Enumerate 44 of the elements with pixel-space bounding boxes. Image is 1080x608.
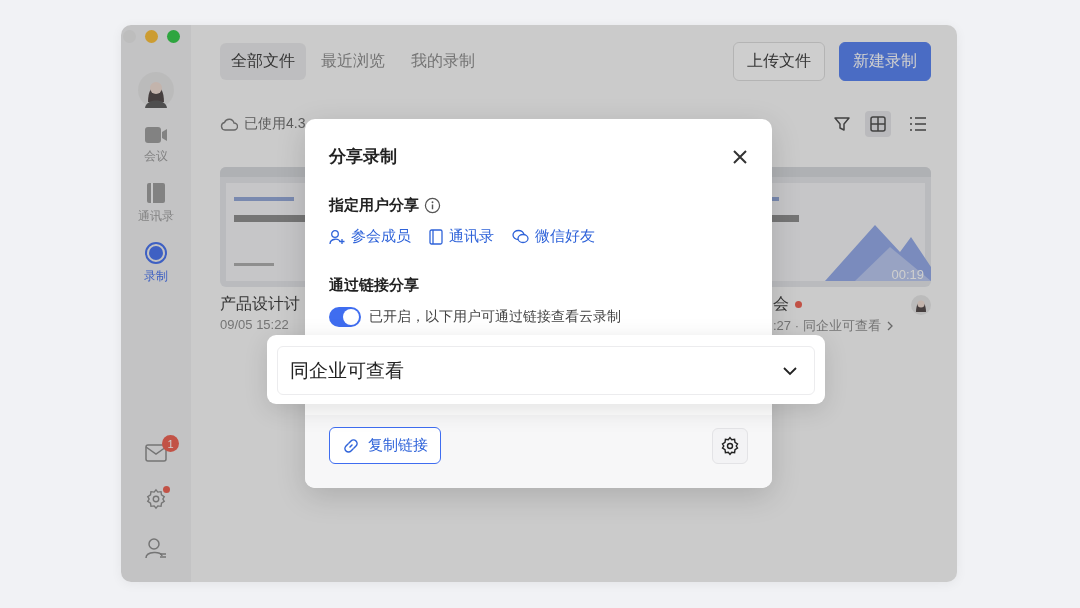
avatar-icon[interactable] [138,72,174,108]
share-option-link[interactable]: 微信好友 [512,227,595,246]
address-book-icon [429,228,443,245]
grid-view-icon[interactable] [865,111,891,137]
unread-badge: 1 [162,435,179,452]
tab[interactable]: 我的录制 [400,43,486,80]
share-option-link[interactable]: 参会成员 [329,227,411,246]
tab[interactable]: 全部文件 [220,43,306,80]
dialog-title: 分享录制 [329,146,397,168]
info-icon[interactable] [424,197,441,214]
record-icon [145,242,167,264]
section-heading: 指定用户分享 [329,196,419,215]
visibility-dropdown[interactable]: 同企业可查看 [277,346,815,395]
settings-icon[interactable] [145,488,167,510]
section-heading: 通过链接分享 [329,276,419,295]
share-option-link[interactable]: 通讯录 [429,227,494,246]
link-settings-button[interactable] [712,427,748,464]
toggle-switch[interactable] [329,307,361,327]
recording-meta: :27 · 同企业可查看 [773,317,881,335]
chevron-right-icon[interactable] [885,321,894,331]
settings-icon [720,435,740,456]
link-icon [342,436,360,455]
recording-title[interactable]: 会 [773,294,789,315]
copy-link-button[interactable]: 复制链接 [329,427,441,464]
mail-icon[interactable] [145,444,167,462]
chevron-down-icon [782,365,798,376]
sidebar-item[interactable]: 录制 [144,242,168,285]
video-duration: 00:19 [891,267,924,282]
upload-button[interactable]: 上传文件 [733,42,825,81]
video-camera-icon [144,126,168,144]
close-icon[interactable] [732,148,748,165]
chat-bubbles-icon [512,229,529,244]
recording-title[interactable]: 产品设计讨 [220,294,300,315]
storage-usage: 已使用4.3 [244,115,306,133]
cloud-icon [220,117,238,131]
new-recording-button[interactable]: 新建录制 [839,42,931,81]
add-person-icon [329,228,345,245]
switch-account-icon[interactable] [144,536,168,560]
tab[interactable]: 最近浏览 [310,43,396,80]
address-book-icon [146,182,166,204]
link-share-status: 已开启，以下用户可通过链接查看云录制 [369,308,621,326]
recording-meta: 09/05 15:22 [220,317,289,332]
filter-icon[interactable] [833,115,851,133]
avatar-icon [911,294,931,315]
